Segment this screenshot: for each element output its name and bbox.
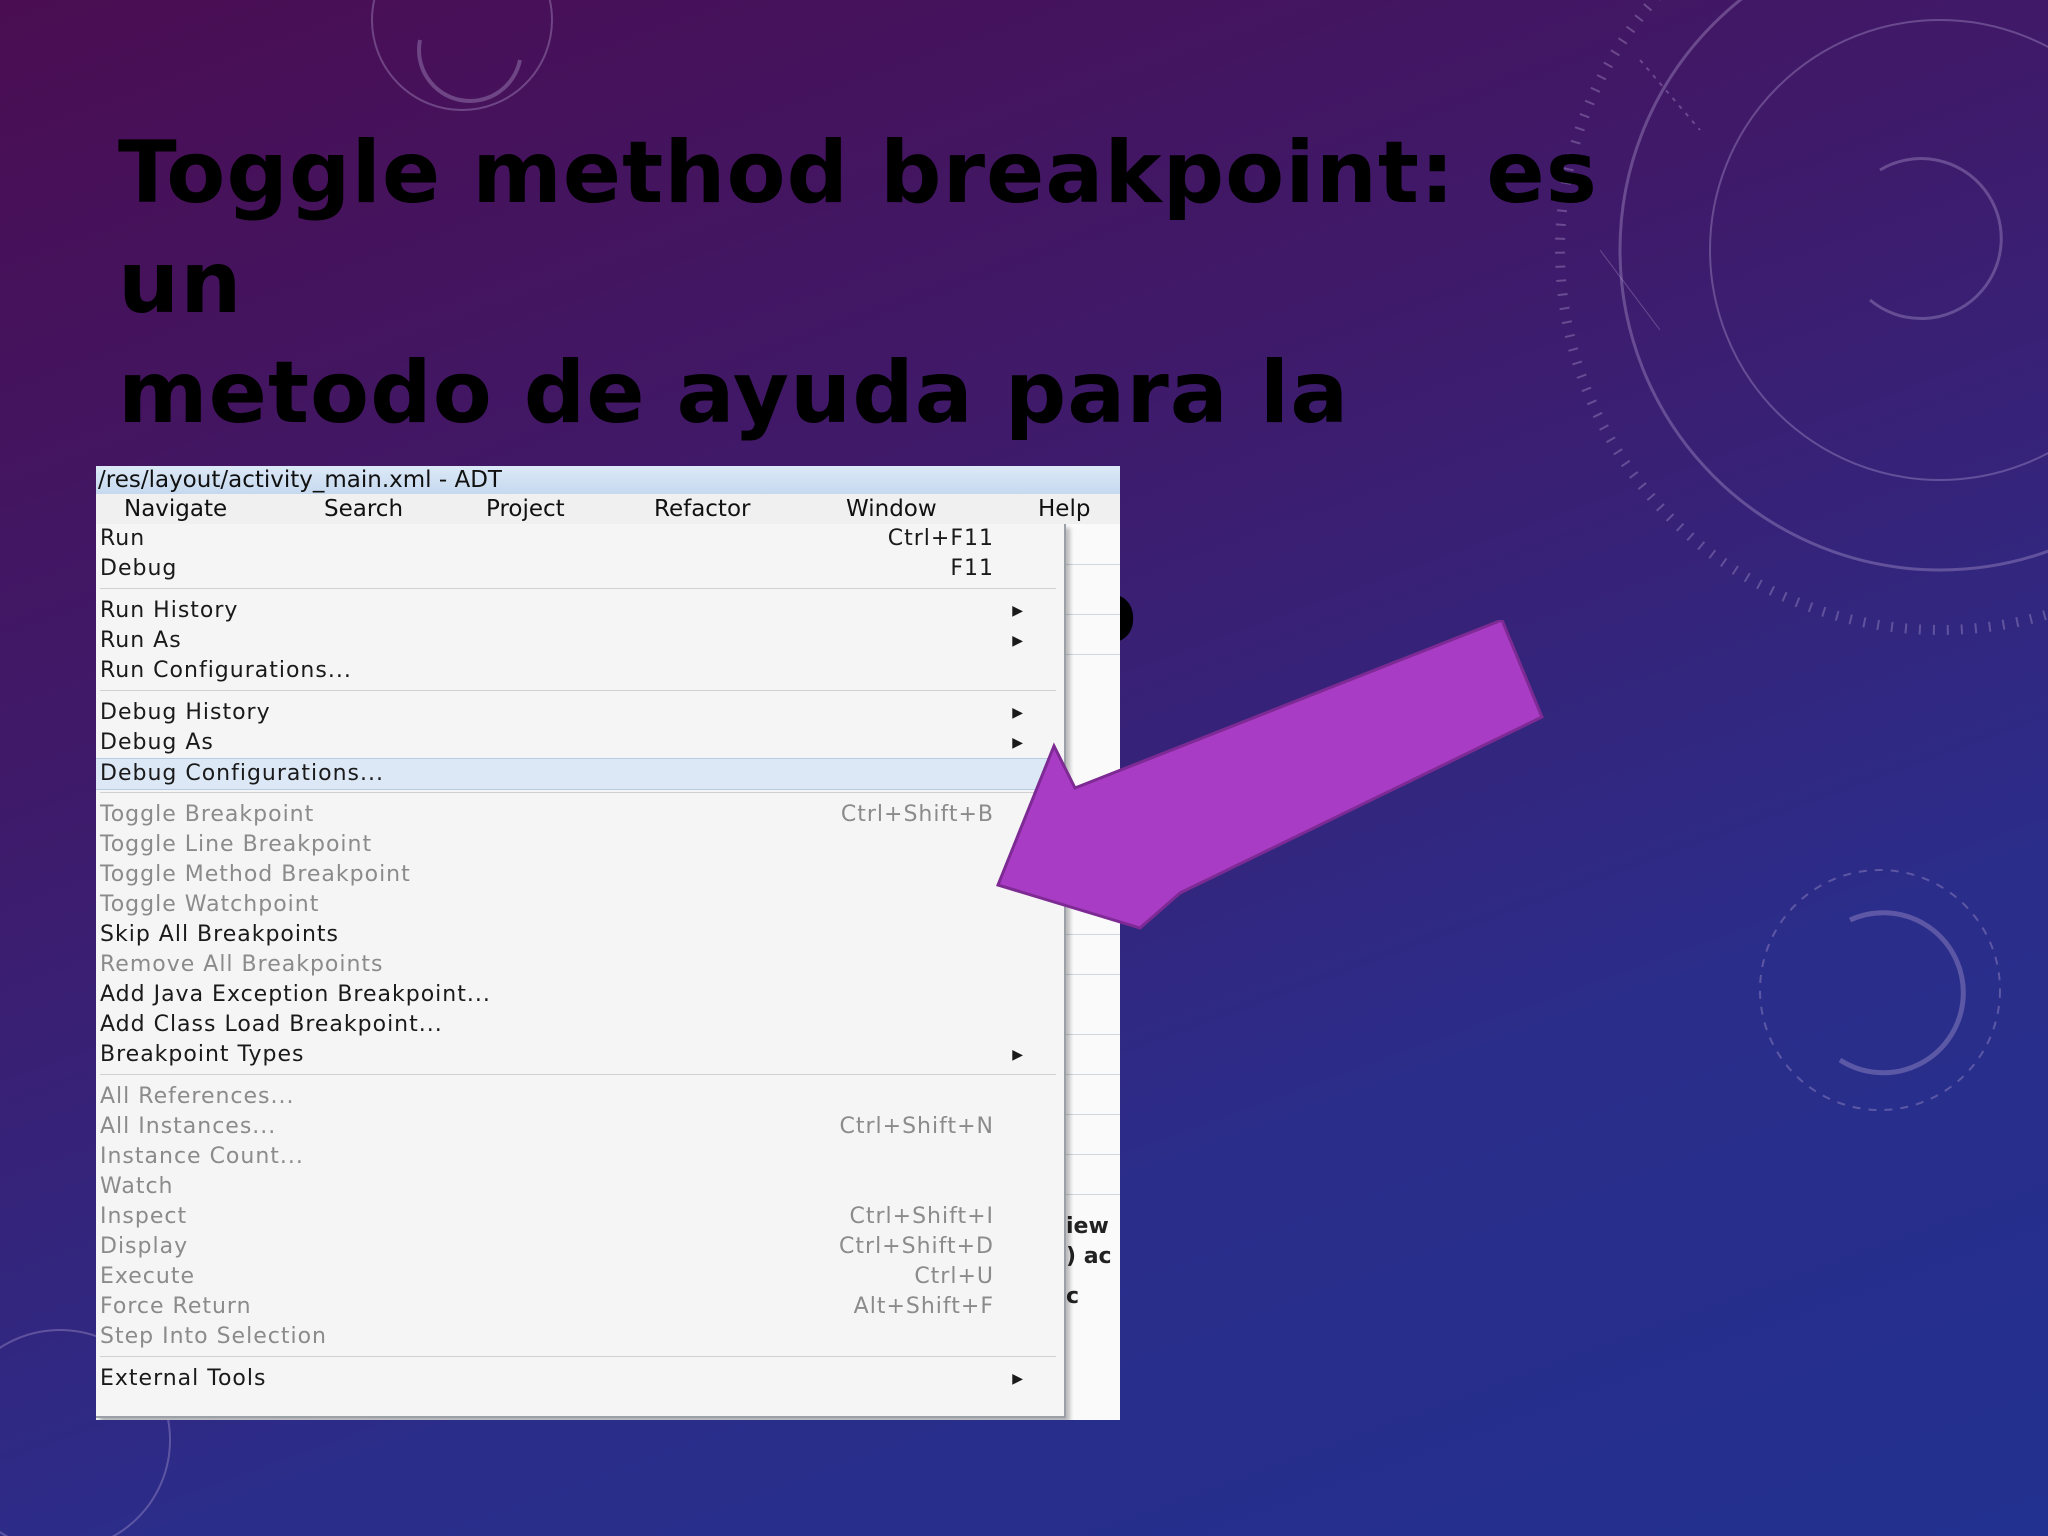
menu-search[interactable]: Search	[324, 494, 403, 524]
menu-item-external-tools[interactable]: External Tools ▶	[96, 1364, 1060, 1394]
menu-item-label: Debug As	[100, 730, 214, 755]
menu-item-shortcut: Alt+Shift+F	[853, 1294, 994, 1319]
menu-project[interactable]: Project	[486, 494, 565, 524]
menu-separator	[100, 1074, 1056, 1075]
menu-item-label: All Instances...	[100, 1114, 277, 1139]
menu-help[interactable]: Help	[1038, 494, 1090, 524]
menu-item-run-history[interactable]: Run History ▶	[96, 596, 1060, 626]
eclipse-screenshot: /res/layout/activity_main.xml - ADT Navi…	[96, 466, 1120, 1420]
menu-item-label: Debug History	[100, 700, 271, 725]
menu-item-execute: Execute Ctrl+U	[96, 1262, 1060, 1292]
menu-item-label: Step Into Selection	[100, 1324, 327, 1349]
menu-item-debug[interactable]: Debug F11	[96, 554, 1060, 584]
menu-item-skip-all-breakpoints[interactable]: Skip All Breakpoints	[96, 920, 1060, 950]
menu-item-debug-history[interactable]: Debug History ▶	[96, 698, 1060, 728]
menu-item-run-configurations[interactable]: Run Configurations...	[96, 656, 1060, 686]
menu-item-label: Run Configurations...	[100, 658, 352, 683]
menu-item-label: Remove All Breakpoints	[100, 952, 384, 977]
bg-fragment-ac: ) ac	[1066, 1244, 1112, 1269]
run-menu-dropdown: Run Ctrl+F11 Debug F11 Run History ▶ Run As ▶ Ru…	[96, 524, 1066, 1418]
menu-window[interactable]: Window	[846, 494, 937, 524]
menu-item-shortcut: F11	[950, 556, 994, 581]
bg-fragment-c: c	[1066, 1284, 1080, 1309]
menu-item-display: Display Ctrl+Shift+D	[96, 1232, 1060, 1262]
menu-separator	[100, 588, 1056, 589]
menu-item-label: Run	[100, 526, 146, 551]
menu-item-label: Run As	[100, 628, 182, 653]
menu-item-toggle-line-breakpoint: Toggle Line Breakpoint	[96, 830, 1060, 860]
menu-refactor[interactable]: Refactor	[654, 494, 750, 524]
menu-item-add-java-exception-breakpoint[interactable]: Add Java Exception Breakpoint...	[96, 980, 1060, 1010]
menu-separator	[100, 690, 1056, 691]
menu-item-label: Display	[100, 1234, 189, 1259]
arrow-pointer-icon	[995, 620, 1544, 930]
menu-item-all-instances: All Instances... Ctrl+Shift+N	[96, 1112, 1060, 1142]
menu-item-debug-as[interactable]: Debug As ▶	[96, 728, 1060, 758]
submenu-arrow-icon: ▶	[1012, 1047, 1024, 1063]
menu-item-breakpoint-types[interactable]: Breakpoint Types ▶	[96, 1040, 1060, 1070]
menu-item-label: Breakpoint Types	[100, 1042, 305, 1067]
menu-item-label: Add Class Load Breakpoint...	[100, 1012, 443, 1037]
menu-item-label: Force Return	[100, 1294, 252, 1319]
menu-item-run[interactable]: Run Ctrl+F11	[96, 524, 1060, 554]
menu-item-step-into-selection: Step Into Selection	[96, 1322, 1060, 1352]
menu-item-shortcut: Ctrl+Shift+B	[840, 802, 994, 827]
menu-item-instance-count: Instance Count...	[96, 1142, 1060, 1172]
menu-item-run-as[interactable]: Run As ▶	[96, 626, 1060, 656]
menu-item-label: Instance Count...	[100, 1144, 304, 1169]
menu-item-shortcut: Ctrl+Shift+D	[839, 1234, 994, 1259]
menu-item-label: Watch	[100, 1174, 174, 1199]
window-title: /res/layout/activity_main.xml - ADT	[96, 466, 1120, 494]
menu-item-toggle-watchpoint: Toggle Watchpoint	[96, 890, 1060, 920]
menu-item-add-class-load-breakpoint[interactable]: Add Class Load Breakpoint...	[96, 1010, 1060, 1040]
menu-item-inspect: Inspect Ctrl+Shift+I	[96, 1202, 1060, 1232]
menu-item-label: Debug	[100, 556, 178, 581]
menu-item-force-return: Force Return Alt+Shift+F	[96, 1292, 1060, 1322]
bg-fragment-view: iew	[1066, 1214, 1109, 1239]
menu-item-all-references: All References...	[96, 1082, 1060, 1112]
menu-item-remove-all-breakpoints: Remove All Breakpoints	[96, 950, 1060, 980]
menu-separator	[100, 1356, 1056, 1357]
menu-item-label: Execute	[100, 1264, 195, 1289]
menu-item-debug-configurations[interactable]: Debug Configurations...	[96, 758, 1060, 790]
menu-item-label: Add Java Exception Breakpoint...	[100, 982, 491, 1007]
menu-item-label: Toggle Breakpoint	[100, 802, 315, 827]
title-line-1: Toggle method breakpoint: es un	[118, 123, 1598, 333]
menu-item-label: Skip All Breakpoints	[100, 922, 340, 947]
menu-item-toggle-breakpoint: Toggle Breakpoint Ctrl+Shift+B	[96, 800, 1060, 830]
menu-separator	[100, 792, 1056, 793]
menu-item-shortcut: Ctrl+U	[914, 1264, 994, 1289]
menu-navigate[interactable]: Navigate	[124, 494, 227, 524]
menu-item-toggle-method-breakpoint: Toggle Method Breakpoint	[96, 860, 1060, 890]
menu-item-label: External Tools	[100, 1366, 267, 1391]
menu-item-label: Toggle Method Breakpoint	[100, 862, 411, 887]
menu-item-label: Inspect	[100, 1204, 188, 1229]
menu-item-shortcut: Ctrl+Shift+I	[849, 1204, 994, 1229]
submenu-arrow-icon: ▶	[1012, 1371, 1024, 1387]
menu-item-label: All References...	[100, 1084, 295, 1109]
menu-item-watch: Watch	[96, 1172, 1060, 1202]
menu-item-label: Toggle Watchpoint	[100, 892, 320, 917]
menu-bar: Navigate Search Project Refactor Window …	[96, 494, 1120, 525]
menu-item-shortcut: Ctrl+F11	[887, 526, 994, 551]
menu-item-shortcut: Ctrl+Shift+N	[839, 1114, 994, 1139]
menu-item-label: Debug Configurations...	[100, 761, 384, 786]
menu-item-label: Toggle Line Breakpoint	[100, 832, 373, 857]
menu-item-label: Run History	[100, 598, 239, 623]
